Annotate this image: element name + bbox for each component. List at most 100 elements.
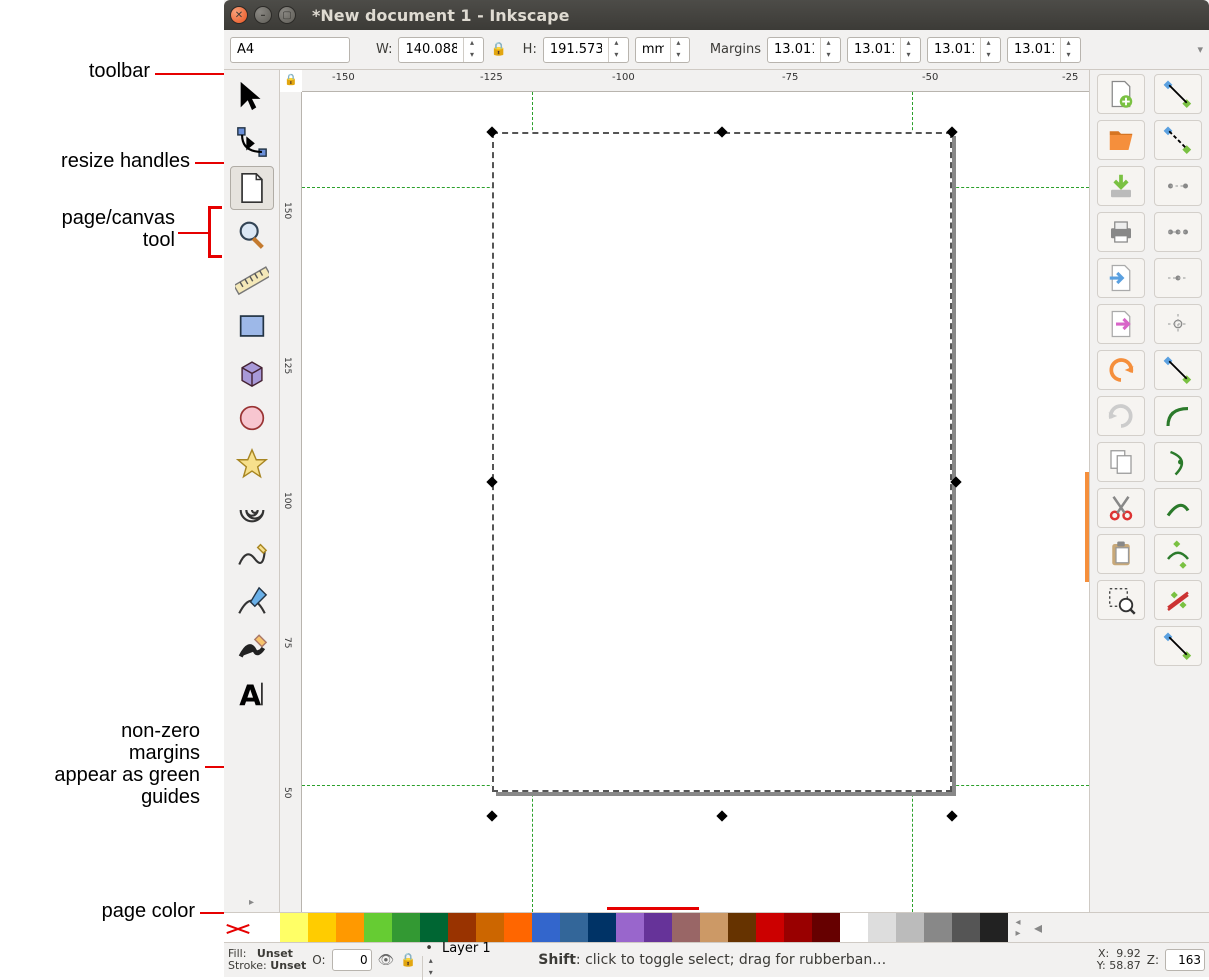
resize-handle[interactable] [486, 810, 497, 821]
color-swatch[interactable] [364, 913, 392, 942]
open-button[interactable] [1097, 120, 1145, 160]
selector-tool[interactable] [230, 74, 274, 118]
save-button[interactable] [1097, 166, 1145, 206]
color-swatch[interactable] [700, 913, 728, 942]
resize-handle[interactable] [716, 810, 727, 821]
color-swatch[interactable] [896, 913, 924, 942]
close-button[interactable]: ✕ [230, 6, 248, 24]
zoom-input[interactable] [1165, 949, 1205, 971]
color-swatch[interactable] [420, 913, 448, 942]
no-color-swatch[interactable] [224, 913, 252, 942]
color-swatch[interactable] [616, 913, 644, 942]
margin-right[interactable]: ▴▾ [847, 37, 921, 63]
undo-button[interactable] [1097, 350, 1145, 390]
segment-line-button[interactable] [1154, 258, 1202, 298]
page-tool[interactable] [230, 166, 274, 210]
color-swatch[interactable] [560, 913, 588, 942]
ruler-horizontal[interactable]: 🔒 -150 -125 -100 -75 -50 -25 [302, 70, 1089, 92]
zoom-selection-button[interactable] [1097, 580, 1145, 620]
margin-left[interactable]: ▴▾ [1007, 37, 1081, 63]
copy-button[interactable] [1097, 442, 1145, 482]
node-symm-button[interactable] [1154, 626, 1202, 666]
color-swatch[interactable] [784, 913, 812, 942]
rect-tool[interactable] [230, 304, 274, 348]
path-diff-button[interactable] [1154, 396, 1202, 436]
paste-button[interactable] [1097, 534, 1145, 574]
height-field[interactable] [544, 38, 608, 62]
color-swatch[interactable] [504, 913, 532, 942]
measure-tool[interactable] [230, 258, 274, 302]
new-doc-button[interactable] [1097, 74, 1145, 114]
color-swatch[interactable] [980, 913, 1008, 942]
margin-right-field[interactable] [848, 38, 900, 62]
overflow-icon[interactable]: ▾ [1197, 43, 1203, 56]
path-div-button[interactable] [1154, 534, 1202, 574]
color-swatch[interactable] [392, 913, 420, 942]
hscroll-thumb[interactable] [607, 907, 699, 910]
height-input[interactable]: ▴▾ [543, 37, 629, 63]
ruler-vertical[interactable]: 150 125 100 75 50 [280, 92, 302, 912]
node-break-button[interactable] [1154, 212, 1202, 252]
path-cut-button[interactable] [1154, 580, 1202, 620]
calligraphy-tool[interactable] [230, 626, 274, 670]
unit-field[interactable] [636, 38, 670, 62]
path-excl-button[interactable] [1154, 488, 1202, 528]
color-swatch[interactable] [280, 913, 308, 942]
page-preset-combo[interactable]: ▴▾ [230, 37, 350, 63]
layer-field[interactable] [436, 941, 506, 956]
cut-button[interactable] [1097, 488, 1145, 528]
color-swatch[interactable] [812, 913, 840, 942]
color-swatch[interactable] [336, 913, 364, 942]
bezier-tool[interactable] [230, 580, 274, 624]
text-tool[interactable]: A [230, 672, 274, 716]
lock-guides-icon[interactable]: 🔒 [284, 73, 298, 86]
3dbox-tool[interactable] [230, 350, 274, 394]
width-input[interactable]: ▴▾ [398, 37, 484, 63]
zoom-tool[interactable] [230, 212, 274, 256]
import-button[interactable] [1097, 258, 1145, 298]
redo-button[interactable] [1097, 396, 1145, 436]
star-tool[interactable] [230, 442, 274, 486]
margin-bottom-field[interactable] [928, 38, 980, 62]
color-swatch[interactable] [672, 913, 700, 942]
resize-handle[interactable] [950, 476, 961, 487]
node-delete-button[interactable] [1154, 120, 1202, 160]
margin-left-field[interactable] [1008, 38, 1060, 62]
color-swatch[interactable] [644, 913, 672, 942]
margin-top-field[interactable] [768, 38, 820, 62]
width-field[interactable] [399, 38, 463, 62]
canvas[interactable] [302, 92, 1089, 912]
path-inter-button[interactable] [1154, 442, 1202, 482]
color-swatch[interactable] [756, 913, 784, 942]
color-swatch[interactable] [252, 913, 280, 942]
color-swatch[interactable] [588, 913, 616, 942]
unit-select[interactable]: ▴▾ [635, 37, 690, 63]
color-swatch[interactable] [448, 913, 476, 942]
lock-layer-icon[interactable]: 🔒 [400, 953, 416, 968]
color-swatch[interactable] [476, 913, 504, 942]
layer-selector[interactable]: • ▴▾ [422, 941, 532, 980]
spiral-tool[interactable] [230, 488, 274, 532]
circle-tool[interactable] [230, 396, 274, 440]
segment-curve-button[interactable] [1154, 304, 1202, 344]
color-swatch[interactable] [728, 913, 756, 942]
opacity-input[interactable] [332, 949, 372, 971]
margin-top[interactable]: ▴▾ [767, 37, 841, 63]
page-rectangle[interactable] [492, 132, 952, 792]
visibility-icon[interactable]: 👁 [378, 953, 395, 968]
palette-scroll[interactable]: ◂▸ [1008, 913, 1028, 942]
color-swatch[interactable] [924, 913, 952, 942]
resize-handle[interactable] [946, 810, 957, 821]
fill-indicator[interactable]: Fill: Unset Stroke: Unset [228, 948, 306, 972]
color-swatch[interactable] [868, 913, 896, 942]
toolbox-scroll[interactable]: ▸ [245, 893, 258, 912]
vscroll-thumb[interactable] [1085, 472, 1089, 582]
node-add-button[interactable] [1154, 74, 1202, 114]
color-swatch[interactable] [532, 913, 560, 942]
color-swatch[interactable] [308, 913, 336, 942]
color-swatch[interactable] [840, 913, 868, 942]
lock-icon[interactable]: 🔒 [490, 42, 506, 57]
pencil-tool[interactable] [230, 534, 274, 578]
node-tool[interactable] [230, 120, 274, 164]
maximize-button[interactable]: ▢ [278, 6, 296, 24]
